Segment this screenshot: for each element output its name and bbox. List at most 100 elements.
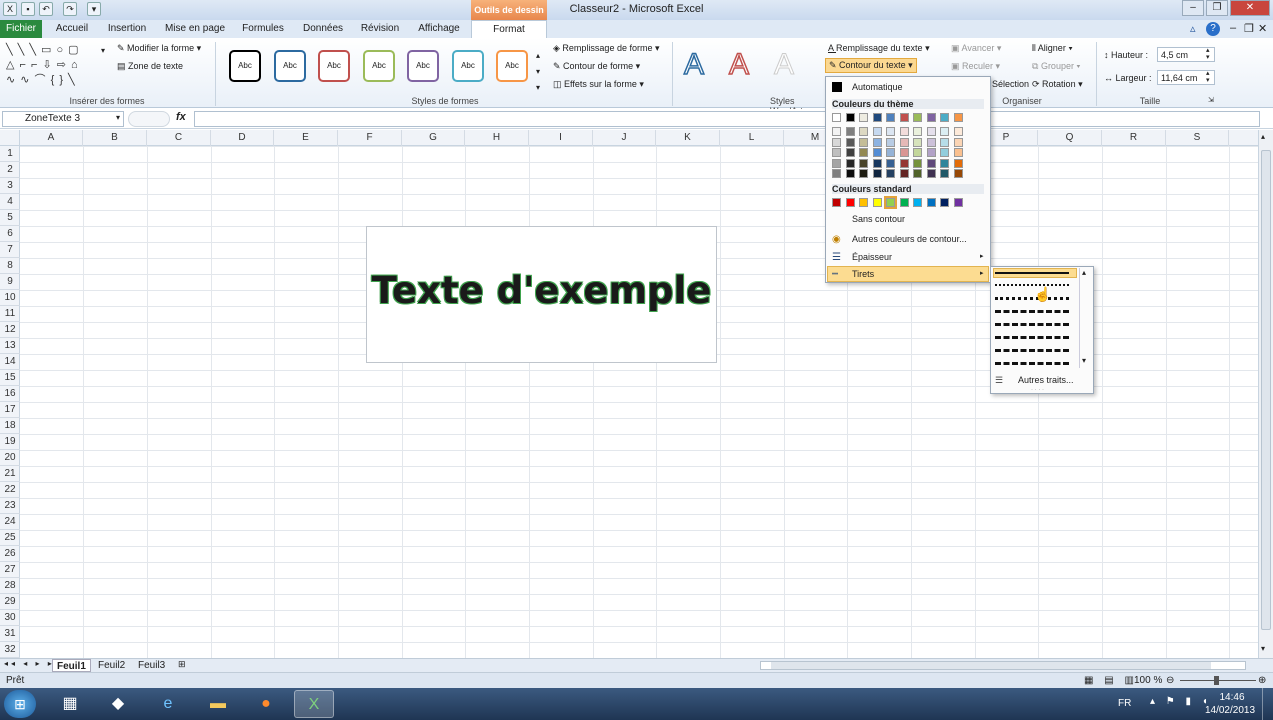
theme-shade-swatch[interactable]: [953, 148, 963, 157]
column-header[interactable]: K: [656, 130, 720, 146]
tab-fichier[interactable]: Fichier: [0, 20, 42, 38]
column-header[interactable]: F: [338, 130, 402, 146]
menu-automatic[interactable]: Automatique: [852, 82, 903, 92]
row-header[interactable]: 32: [0, 642, 20, 658]
text-outline-button[interactable]: ✎ Contour du texte ▾: [825, 58, 917, 73]
tab-revision[interactable]: Révision: [358, 20, 402, 38]
shape-style-2[interactable]: Abc: [274, 50, 306, 82]
theme-shade-swatch[interactable]: [845, 137, 855, 147]
theme-shade-swatch[interactable]: [832, 148, 841, 157]
column-header[interactable]: A: [20, 130, 83, 146]
theme-shade-swatch[interactable]: [859, 148, 868, 157]
theme-shade-swatch[interactable]: [845, 127, 855, 136]
tab-formules[interactable]: Formules: [240, 20, 286, 38]
file-explorer-icon[interactable]: ▬: [198, 690, 238, 718]
theme-shade-swatch[interactable]: [953, 169, 963, 178]
shape-style-6[interactable]: Abc: [452, 50, 484, 82]
cell-grid[interactable]: [20, 146, 1258, 658]
row-header[interactable]: 12: [0, 322, 20, 338]
column-header[interactable]: R: [1102, 130, 1166, 146]
minimize-ribbon-icon[interactable]: ▵: [1190, 22, 1196, 35]
shape-style-7[interactable]: Abc: [496, 50, 528, 82]
theme-shade-swatch[interactable]: [886, 148, 895, 157]
zoom-slider-thumb[interactable]: [1214, 676, 1219, 685]
theme-shade-swatch[interactable]: [913, 137, 922, 147]
row-header[interactable]: 7: [0, 242, 20, 258]
theme-shade-swatch[interactable]: [940, 127, 949, 136]
theme-shade-swatch[interactable]: [886, 137, 895, 147]
modify-shape-button[interactable]: ✎ Modifier la forme ▾: [117, 43, 201, 54]
theme-color-swatch[interactable]: [899, 113, 909, 122]
theme-shade-swatch[interactable]: [940, 169, 949, 178]
standard-color-swatch[interactable]: [884, 196, 897, 209]
theme-shade-swatch[interactable]: [872, 137, 882, 147]
column-header[interactable]: G: [402, 130, 465, 146]
theme-shade-swatch[interactable]: [872, 127, 882, 136]
row-header[interactable]: 30: [0, 610, 20, 626]
row-header[interactable]: 27: [0, 562, 20, 578]
column-header[interactable]: E: [274, 130, 338, 146]
shape-style-3[interactable]: Abc: [318, 50, 350, 82]
shape-style-1[interactable]: Abc: [229, 50, 261, 82]
row-header[interactable]: 28: [0, 578, 20, 594]
shape-outline-button[interactable]: ✎ Contour de forme ▾: [553, 61, 640, 72]
align-button[interactable]: ⫴ Aligner ▾: [1032, 43, 1073, 54]
sheet-tab-feuil3[interactable]: Feuil3: [134, 659, 169, 672]
theme-shade-swatch[interactable]: [913, 158, 922, 168]
tab-mise-en-page[interactable]: Mise en page: [164, 20, 226, 38]
wordart-style-gray[interactable]: A: [773, 48, 794, 82]
tab-format[interactable]: Format: [471, 20, 547, 38]
column-header[interactable]: I: [529, 130, 593, 146]
tab-accueil[interactable]: Accueil: [52, 20, 92, 38]
standard-color-swatch[interactable]: [913, 198, 922, 207]
theme-shade-swatch[interactable]: [926, 137, 936, 147]
dash-solid[interactable]: [995, 272, 1069, 274]
row-header[interactable]: 21: [0, 466, 20, 482]
shape-effects-button[interactable]: ◫ Effets sur la forme ▾: [553, 79, 644, 90]
shape-triangle-icon[interactable]: △ ⌐ ⌐ ⇩ ⇨ ⌂: [6, 59, 79, 71]
scroll-down-icon[interactable]: ▾: [1261, 644, 1265, 653]
theme-shade-swatch[interactable]: [913, 127, 922, 136]
tab-insertion[interactable]: Insertion: [104, 20, 150, 38]
language-indicator[interactable]: FR: [1118, 698, 1131, 709]
sheet-tab-feuil1[interactable]: Feuil1: [52, 659, 91, 672]
row-header[interactable]: 26: [0, 546, 20, 562]
theme-color-swatch[interactable]: [940, 113, 949, 122]
standard-color-swatch[interactable]: [940, 198, 949, 207]
view-buttons-icon[interactable]: ▦ ▤ ▥: [1084, 675, 1138, 686]
workbook-restore-icon[interactable]: ❐: [1244, 22, 1254, 35]
clock-date[interactable]: 14/02/2013: [1202, 705, 1258, 716]
theme-shade-swatch[interactable]: [926, 158, 936, 168]
theme-shade-swatch[interactable]: [940, 148, 949, 157]
theme-color-swatch[interactable]: [913, 113, 922, 122]
theme-shade-swatch[interactable]: [926, 127, 936, 136]
close-icon[interactable]: ✕: [1230, 0, 1270, 16]
internet-explorer-icon[interactable]: e: [148, 690, 188, 718]
clock-time[interactable]: 14:46: [1212, 692, 1252, 703]
theme-color-swatch[interactable]: [953, 113, 963, 122]
windows-start-icon[interactable]: ⊞: [4, 690, 36, 718]
row-header[interactable]: 4: [0, 194, 20, 210]
row-header[interactable]: 15: [0, 370, 20, 386]
scroll-up-icon[interactable]: ▴: [1261, 132, 1265, 141]
row-header[interactable]: 17: [0, 402, 20, 418]
show-desktop-button[interactable]: [1262, 688, 1272, 720]
standard-color-swatch[interactable]: [832, 198, 841, 207]
tab-donnees[interactable]: Données: [300, 20, 346, 38]
theme-shade-swatch[interactable]: [899, 158, 909, 168]
dash-square-dot[interactable]: [995, 297, 1069, 300]
shape-styles-scroll-icon[interactable]: ▴ ▾ ▾: [536, 48, 540, 96]
sample-text[interactable]: Texte d'exemple: [367, 269, 716, 312]
shapes-gallery[interactable]: ╲ ╲ ╲ ▭ ○ ▢ △ ⌐ ⌐ ⇩ ⇨ ⌂ ∿ ∿ ⌒ { } ╲: [6, 43, 100, 89]
theme-shade-swatch[interactable]: [940, 158, 949, 168]
theme-color-swatch[interactable]: [886, 113, 895, 122]
theme-shade-swatch[interactable]: [845, 169, 855, 178]
zoom-level[interactable]: 100 %: [1134, 675, 1162, 686]
standard-color-swatch[interactable]: [953, 198, 963, 207]
hscroll-thumb[interactable]: [771, 662, 1211, 669]
text-fill-button[interactable]: A Remplissage du texte ▾: [828, 43, 930, 54]
theme-shade-swatch[interactable]: [953, 158, 963, 168]
theme-shade-swatch[interactable]: [953, 127, 963, 136]
theme-shade-swatch[interactable]: [913, 148, 922, 157]
row-header[interactable]: 18: [0, 418, 20, 434]
